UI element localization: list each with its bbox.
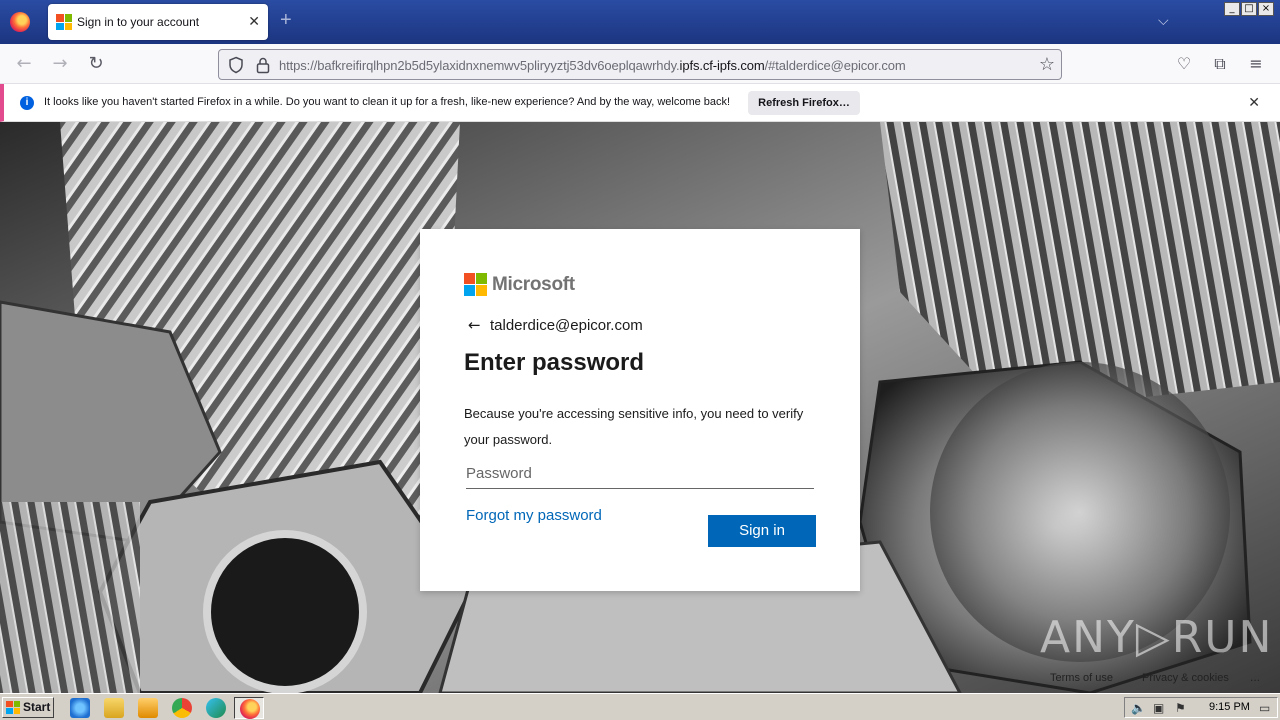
restore-button[interactable]: □ <box>1241 2 1257 16</box>
password-field[interactable] <box>466 459 814 489</box>
sign-in-card: Microsoft ← talderdice@epicor.com Enter … <box>420 229 860 591</box>
notification-message: It looks like you haven't started Firefo… <box>44 96 731 108</box>
chevron-down-icon[interactable]: ⌵ <box>1158 12 1169 29</box>
chrome-icon[interactable] <box>172 698 192 718</box>
reload-icon[interactable]: ↻ <box>84 52 108 76</box>
media-player-icon[interactable] <box>138 698 158 718</box>
edge-icon[interactable] <box>206 698 226 718</box>
description-text: Because you're accessing sensitive info,… <box>464 406 804 447</box>
url-suffix: /#talderdice@epicor.com <box>764 58 906 73</box>
microsoft-favicon-icon <box>56 14 72 30</box>
url-host: ipfs.cf-ipfs.com <box>679 58 765 73</box>
identity-row: ← talderdice@epicor.com <box>468 316 643 334</box>
bookmark-star-icon[interactable]: ☆ <box>1039 54 1055 75</box>
url-bar[interactable]: https://bafkreifirqlhpn2b5d5ylaxidnxnemw… <box>218 49 1062 80</box>
extensions-icon[interactable]: ⧉ <box>1208 52 1232 76</box>
shield-icon[interactable] <box>227 56 245 74</box>
taskbar: Start 🔈 ▣ ⚑ 9:15 PM ▭ <box>0 693 1280 720</box>
sign-in-button[interactable]: Sign in <box>708 515 816 547</box>
close-icon[interactable]: ✕ <box>1248 94 1260 111</box>
volume-icon[interactable]: 🔈 <box>1131 701 1146 715</box>
microsoft-logo: Microsoft <box>464 273 575 296</box>
flag-icon[interactable]: ⚑ <box>1175 701 1189 715</box>
lock-icon[interactable] <box>255 56 271 74</box>
url-text[interactable]: https://bafkreifirqlhpn2b5d5ylaxidnxnemw… <box>279 58 906 73</box>
window-controls: _ □ × <box>1224 2 1274 16</box>
firefox-icon[interactable] <box>10 12 30 32</box>
folder-icon[interactable] <box>104 698 124 718</box>
microsoft-logo-icon <box>464 273 487 296</box>
tab-title: Sign in to your account <box>77 15 200 29</box>
back-arrow-icon[interactable]: ← <box>468 316 490 334</box>
footer-links: Terms of use Privacy & cookies <box>1050 672 1255 684</box>
tab-close-icon[interactable]: ✕ <box>248 13 260 30</box>
minimize-button[interactable]: _ <box>1224 2 1240 16</box>
brand-name: Microsoft <box>492 273 575 295</box>
url-prefix: https://bafkreifirqlhpn2b5d5ylaxidnxnemw… <box>279 58 680 73</box>
tab-sign-in[interactable]: Sign in to your account ✕ <box>48 4 268 40</box>
windows-flag-icon <box>6 701 20 714</box>
start-button[interactable]: Start <box>2 697 54 718</box>
network-icon[interactable]: ▣ <box>1153 701 1167 715</box>
menu-icon[interactable]: ≡ <box>1244 52 1268 76</box>
forward-arrow-icon[interactable]: → <box>48 52 72 76</box>
refresh-firefox-button[interactable]: Refresh Firefox… <box>748 91 860 115</box>
start-label: Start <box>23 700 51 714</box>
forgot-password-link[interactable]: Forgot my password <box>466 507 602 524</box>
privacy-link[interactable]: Privacy & cookies <box>1142 672 1229 684</box>
taskbar-firefox-button[interactable] <box>234 697 264 719</box>
page-title: Enter password <box>464 349 645 376</box>
system-tray: 🔈 ▣ ⚑ 9:15 PM ▭ <box>1124 697 1278 718</box>
anyrun-watermark: ANY▷RUN <box>1040 612 1274 663</box>
terms-link[interactable]: Terms of use <box>1050 672 1113 684</box>
clock: 9:15 PM <box>1209 701 1250 713</box>
internet-explorer-icon[interactable] <box>70 698 90 718</box>
identity-email: talderdice@epicor.com <box>490 316 643 334</box>
back-arrow-icon[interactable]: ← <box>12 52 36 76</box>
info-icon: i <box>20 96 34 110</box>
page-content: Microsoft ← talderdice@epicor.com Enter … <box>0 122 1280 693</box>
navigation-bar: ← → ↻ https://bafkreifirqlhpn2b5d5ylaxid… <box>0 44 1280 84</box>
firefox-icon <box>240 699 260 719</box>
tab-strip: Sign in to your account ✕ + ⌵ _ □ × <box>0 0 1280 44</box>
show-desktop-icon[interactable]: ▭ <box>1259 701 1273 715</box>
close-window-button[interactable]: × <box>1258 2 1274 16</box>
more-options-icon[interactable]: ... <box>1250 670 1260 684</box>
pocket-icon[interactable]: ♡ <box>1172 52 1196 76</box>
notification-bar: i It looks like you haven't started Fire… <box>0 84 1280 122</box>
new-tab-icon[interactable]: + <box>280 10 292 30</box>
